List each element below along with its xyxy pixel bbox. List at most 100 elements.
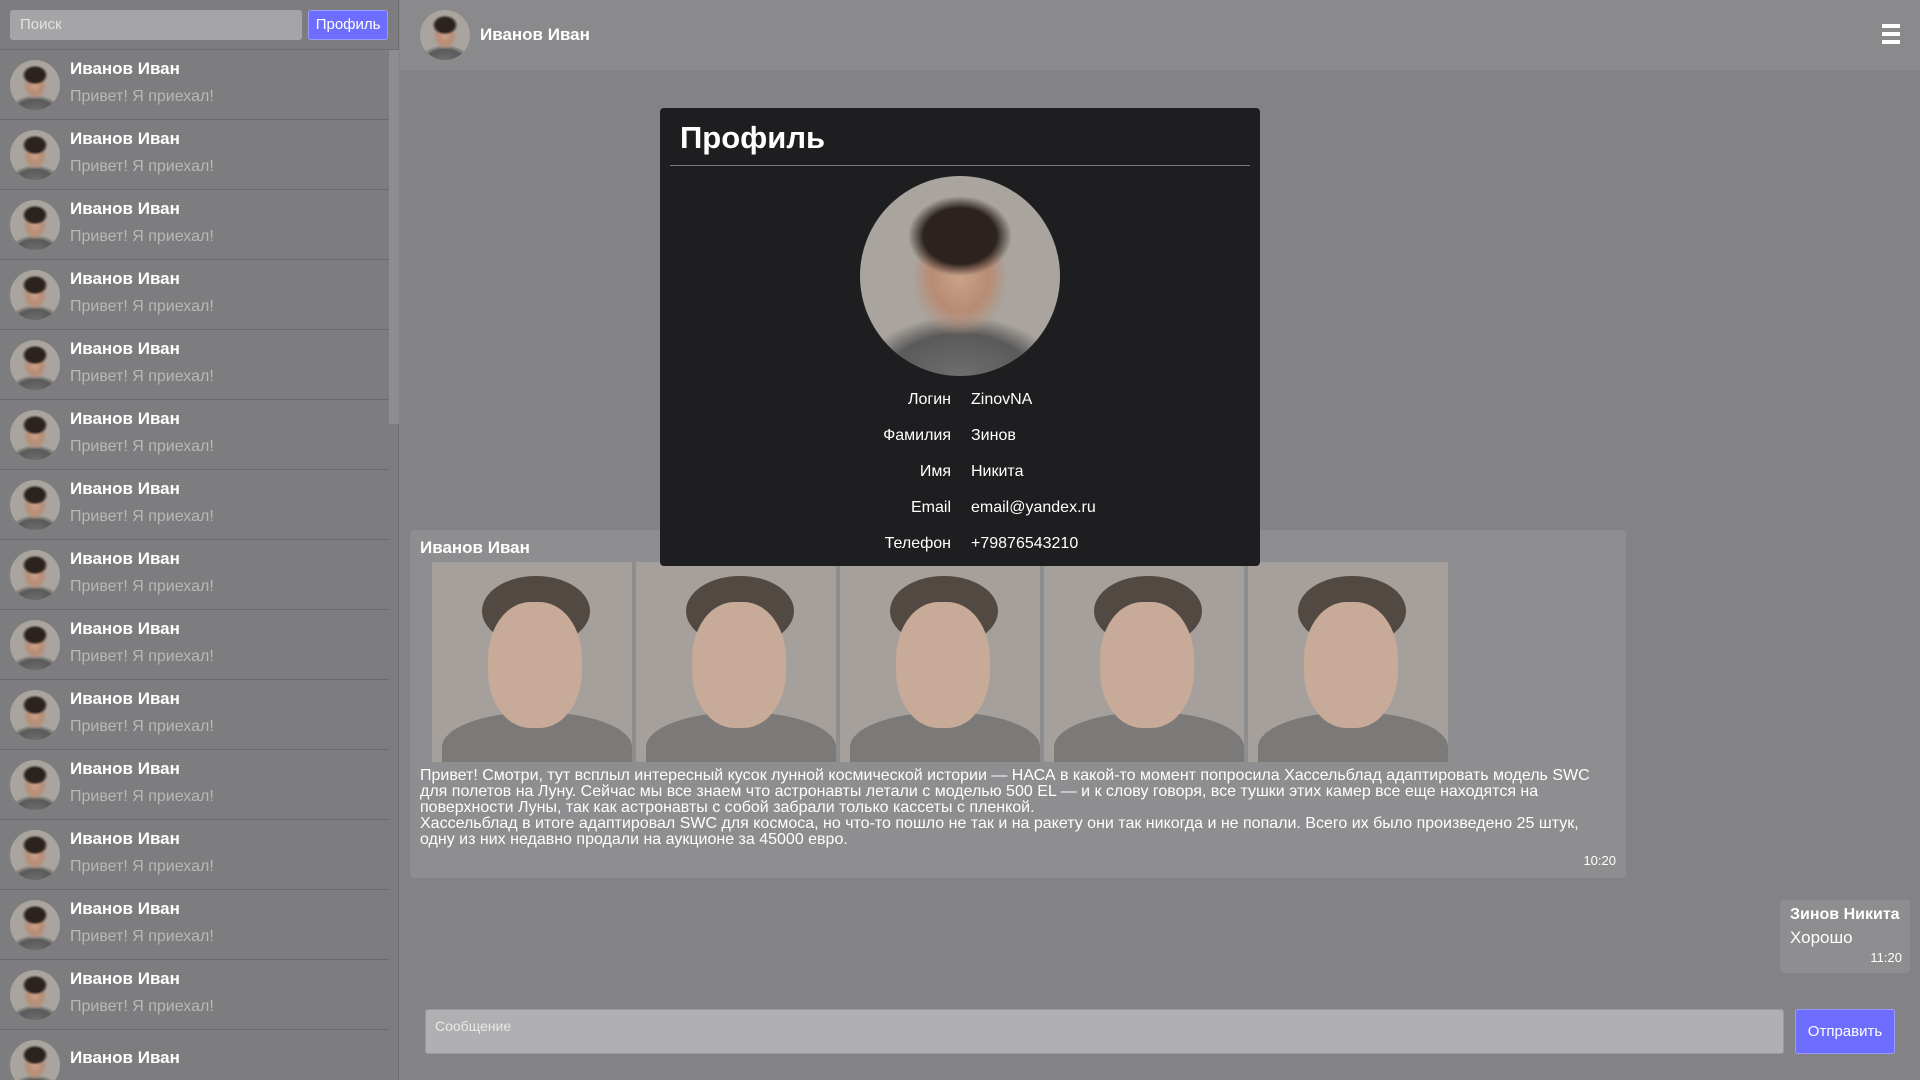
send-button[interactable]: Отправить [1795, 1009, 1895, 1054]
message-text: Хорошо [1790, 928, 1853, 947]
chat-list-item[interactable]: Иванов Иван Привет! Я приехал! [0, 960, 389, 1030]
chat-list-item[interactable]: Иванов Иван Привет! Я приехал! [0, 610, 389, 680]
message-photos [432, 562, 1616, 762]
photo-detail [1248, 562, 1448, 762]
chat-list-scrollbar[interactable] [389, 50, 399, 424]
profile-field-row: Фамилия Зинов [660, 418, 1260, 454]
chat-item-text: Иванов Иван Привет! Я приехал! [70, 59, 214, 106]
chat-item-text: Иванов Иван Привет! Я приехал! [70, 409, 214, 456]
chat-list-item[interactable]: Иванов Иван [0, 1030, 389, 1080]
chat-item-last-message: Привет! Я приехал! [70, 298, 214, 315]
chat-item-last-message: Привет! Я приехал! [70, 998, 214, 1015]
chat-item-last-message: Привет! Я приехал! [70, 368, 214, 385]
divider [670, 165, 1250, 166]
photo-detail [1044, 562, 1244, 762]
avatar [10, 59, 60, 110]
avatar [10, 1039, 60, 1080]
chat-list-item[interactable]: Иванов Иван Привет! Я приехал! [0, 120, 389, 190]
menu-line [1882, 40, 1900, 44]
profile-avatar[interactable] [860, 176, 1060, 376]
profile-field-value: Никита [971, 463, 1024, 480]
avatar [10, 269, 60, 320]
menu-line [1882, 32, 1900, 36]
avatar [10, 409, 60, 460]
avatar [10, 199, 60, 250]
message-photo[interactable] [840, 562, 1040, 762]
chat-item-last-message: Привет! Я приехал! [70, 578, 214, 595]
message-author: Зинов Никита [1790, 906, 1900, 923]
avatar [10, 339, 60, 390]
profile-field-row: Телефон +79876543210 [660, 526, 1260, 562]
chat-item-last-message: Привет! Я приехал! [70, 648, 214, 665]
avatar [10, 829, 60, 880]
photo-detail [636, 562, 836, 762]
chat-list-item[interactable]: Иванов Иван Привет! Я приехал! [0, 680, 389, 750]
chat-item-name: Иванов Иван [70, 339, 180, 358]
chat-list-item[interactable]: Иванов Иван Привет! Я приехал! [0, 820, 389, 890]
chat-item-text: Иванов Иван Привет! Я приехал! [70, 199, 214, 246]
chat-item-name: Иванов Иван [70, 759, 180, 778]
search-input[interactable] [10, 9, 303, 40]
chat-list-item[interactable]: Иванов Иван Привет! Я приехал! [0, 50, 389, 120]
profile-field-value: Зинов [971, 427, 1016, 444]
chat-item-text: Иванов Иван Привет! Я приехал! [70, 269, 214, 316]
chat-item-name: Иванов Иван [70, 829, 180, 848]
chat-item-last-message: Привет! Я приехал! [70, 858, 214, 875]
message-bubble: Иванов Иван Привет! Смотри, тут всплыл и… [410, 530, 1626, 878]
chat-item-last-message: Привет! Я приехал! [70, 508, 214, 525]
chat-item-text: Иванов Иван Привет! Я приехал! [70, 619, 214, 666]
chat-item-name: Иванов Иван [70, 549, 180, 568]
profile-field-label: Телефон [884, 535, 951, 552]
chat-list-item[interactable]: Иванов Иван Привет! Я приехал! [0, 190, 389, 260]
chat-item-text: Иванов Иван Привет! Я приехал! [70, 759, 214, 806]
chat-item-text: Иванов Иван Привет! Я приехал! [70, 689, 214, 736]
message-bubble-own: Зинов Никита Хорошо 11:20 [1780, 900, 1910, 973]
avatar [10, 619, 60, 670]
profile-field-label: Логин [907, 391, 951, 408]
chat-item-name: Иванов Иван [70, 689, 180, 708]
chat-header: Иванов Иван [400, 0, 1920, 70]
sidebar: Профиль Иванов ИванПривет! Я приехал!Ива… [0, 0, 399, 1080]
chat-list-item[interactable]: Иванов Иван Привет! Я приехал! [0, 540, 389, 610]
chat-item-text: Иванов Иван Привет! Я приехал! [70, 899, 214, 946]
chat-list: Иванов Иван Привет! Я приехал! Иванов Иван… [0, 50, 389, 1080]
hamburger-menu-icon[interactable] [1882, 24, 1900, 44]
message-photo[interactable] [1044, 562, 1244, 762]
chat-list-item[interactable]: Иванов Иван Привет! Я приехал! [0, 330, 389, 400]
chat-item-name: Иванов Иван [70, 969, 180, 988]
message-photo[interactable] [432, 562, 632, 762]
avatar [10, 899, 60, 950]
chat-item-text: Иванов Иван Привет! Я приехал! [70, 969, 214, 1016]
message-text: Привет! Смотри, тут всплыл интересный ку… [420, 767, 1590, 848]
chat-item-last-message: Привет! Я приехал! [70, 158, 214, 175]
photo-detail [840, 562, 1040, 762]
avatar [10, 969, 60, 1020]
chat-item-text: Иванов Иван Привет! Я приехал! [70, 829, 214, 876]
chat-item-last-message: Привет! Я приехал! [70, 788, 214, 805]
chat-item-last-message: Привет! Я приехал! [70, 88, 214, 105]
message-time: 10:20 [1583, 853, 1616, 868]
chat-item-name: Иванов Иван [70, 899, 180, 918]
chat-list-item[interactable]: Иванов Иван Привет! Я приехал! [0, 400, 389, 470]
profile-button[interactable]: Профиль [308, 9, 388, 40]
photo-detail [432, 562, 632, 762]
message-photo[interactable] [1248, 562, 1448, 762]
chat-item-text: Иванов Иван [70, 1048, 180, 1077]
chat-item-name: Иванов Иван [70, 409, 180, 428]
message-photo[interactable] [636, 562, 836, 762]
chat-list-item[interactable]: Иванов Иван Привет! Я приехал! [0, 890, 389, 960]
chat-list-item[interactable]: Иванов Иван Привет! Я приехал! [0, 470, 389, 540]
chat-item-name: Иванов Иван [70, 1048, 180, 1067]
chat-item-text: Иванов Иван Привет! Я приехал! [70, 549, 214, 596]
chat-list-item[interactable]: Иванов Иван Привет! Я приехал! [0, 750, 389, 820]
message-input[interactable] [425, 1009, 1784, 1054]
chat-title: Иванов Иван [480, 25, 590, 44]
profile-field-value: email@yandex.ru [971, 499, 1096, 516]
chat-item-name: Иванов Иван [70, 619, 180, 638]
avatar [10, 549, 60, 600]
chat-item-name: Иванов Иван [70, 269, 180, 288]
profile-field-label: Фамилия [883, 427, 951, 444]
chat-list-item[interactable]: Иванов Иван Привет! Я приехал! [0, 260, 389, 330]
avatar[interactable] [420, 10, 470, 60]
chat-item-text: Иванов Иван Привет! Я приехал! [70, 339, 214, 386]
